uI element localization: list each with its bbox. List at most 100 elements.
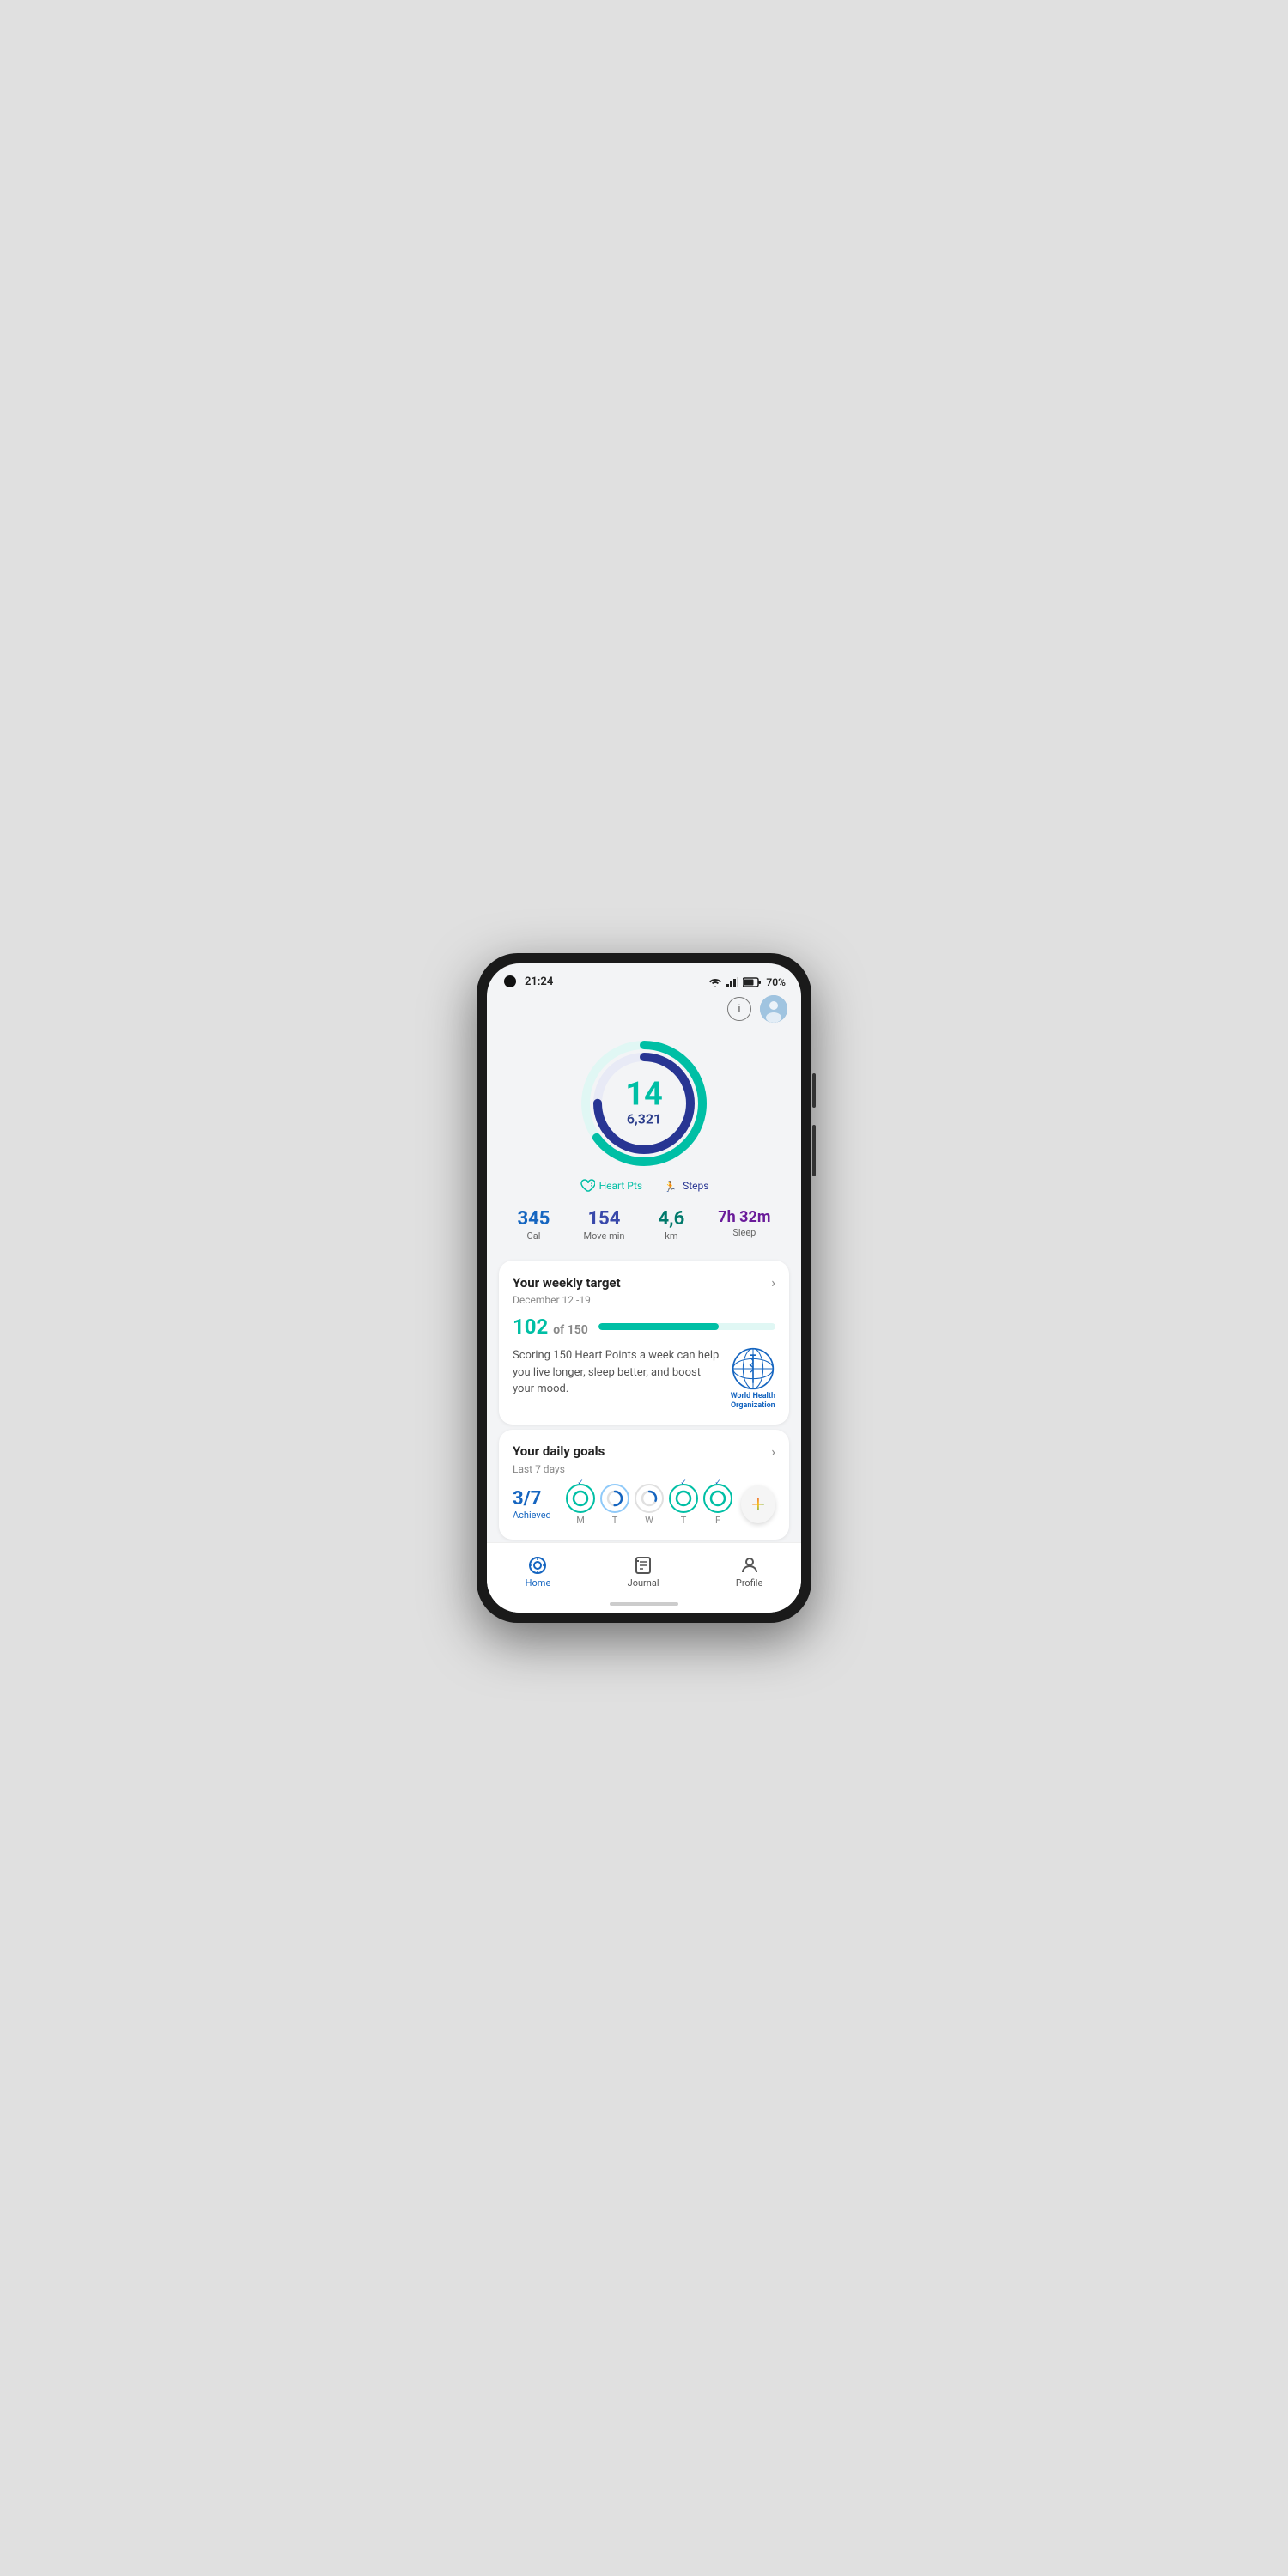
steps-label: Steps <box>683 1180 708 1192</box>
day-label-thursday: T <box>681 1515 687 1526</box>
day-ring-monday <box>571 1489 590 1508</box>
battery-icon <box>743 977 762 987</box>
heart-pts-label: Heart Pts <box>599 1180 642 1192</box>
sleep-value: 7h 32m <box>718 1208 770 1226</box>
cal-label: Cal <box>518 1230 550 1242</box>
daily-goals-subtitle: Last 7 days <box>513 1463 775 1475</box>
daily-goals-card[interactable]: Your daily goals › Last 7 days 3/7 Achie… <box>499 1430 789 1540</box>
main-scroll[interactable]: 14 6,321 Heart Pts 🏃 <box>487 1026 801 1542</box>
cal-value: 345 <box>518 1208 550 1230</box>
day-circle-monday: ✓ <box>566 1484 595 1513</box>
sleep-label: Sleep <box>718 1227 770 1238</box>
profile-icon <box>739 1555 760 1576</box>
who-text: World HealthOrganization <box>731 1392 775 1411</box>
home-icon <box>527 1555 548 1576</box>
weekly-target-card[interactable]: Your weekly target › December 12 -19 102… <box>499 1261 789 1425</box>
activity-ring-section: 14 6,321 Heart Pts 🏃 <box>487 1026 801 1200</box>
day-monday: ✓ M <box>566 1484 595 1526</box>
nav-profile-label: Profile <box>736 1577 762 1589</box>
signal-icon <box>726 977 738 987</box>
daily-goals-header: Your daily goals › <box>513 1443 775 1460</box>
plus-icon: + <box>751 1492 765 1516</box>
nav-home-label: Home <box>526 1577 551 1589</box>
info-icon: i <box>738 1003 740 1016</box>
weekly-target-title: Your weekly target <box>513 1275 621 1291</box>
phone-screen: 21:24 <box>487 963 801 1613</box>
goals-achieved-value: 3/7 <box>513 1488 557 1510</box>
info-button[interactable]: i <box>727 997 751 1021</box>
day-friday: ✓ F <box>703 1484 732 1526</box>
daily-goals-title: Your daily goals <box>513 1443 605 1459</box>
weekly-target-header: Your weekly target › <box>513 1274 775 1291</box>
goals-achieved-section: 3/7 Achieved <box>513 1488 557 1521</box>
phone-frame: 21:24 <box>477 953 811 1623</box>
heart-pts-value: 14 <box>625 1078 663 1111</box>
power-button <box>812 1125 816 1176</box>
stat-move: 154 Move min <box>583 1208 624 1242</box>
km-value: 4,6 <box>659 1208 685 1230</box>
day-check-thursday: ✓ <box>680 1479 687 1487</box>
day-thursday: ✓ T <box>669 1484 698 1526</box>
wifi-icon <box>708 977 722 987</box>
day-circle-thursday: ✓ <box>669 1484 698 1513</box>
journal-icon <box>633 1555 653 1576</box>
steps-legend: 🏃 Steps <box>663 1179 708 1193</box>
bottom-nav: Home Journal Profile <box>487 1542 801 1595</box>
nav-journal-label: Journal <box>628 1577 659 1589</box>
who-logo: World HealthOrganization <box>731 1347 775 1411</box>
activity-ring: 14 6,321 <box>575 1035 713 1172</box>
target-progress-row: 102 of 150 <box>513 1315 775 1339</box>
goals-achieved-label: Achieved <box>513 1510 557 1521</box>
day-label-monday: M <box>576 1515 585 1526</box>
nav-profile[interactable]: Profile <box>719 1552 780 1592</box>
day-label-wednesday: W <box>645 1515 653 1526</box>
move-label: Move min <box>583 1230 624 1242</box>
day-ring-thursday <box>674 1489 693 1508</box>
day-wednesday: W <box>635 1484 664 1526</box>
status-time: 21:24 <box>525 975 553 988</box>
weekly-target-chevron[interactable]: › <box>771 1274 775 1291</box>
stats-row: 345 Cal 154 Move min 4,6 km 7h 32m Sleep <box>487 1200 801 1255</box>
target-body: Scoring 150 Heart Points a week can help… <box>513 1347 775 1411</box>
day-circle-wednesday <box>635 1484 664 1513</box>
home-indicator <box>487 1595 801 1613</box>
ring-numbers: 14 6,321 <box>625 1078 663 1129</box>
status-icons: 70% <box>708 976 786 988</box>
who-emblem-icon <box>732 1347 775 1390</box>
day-circle-friday: ✓ <box>703 1484 732 1513</box>
stat-sleep: 7h 32m Sleep <box>718 1208 770 1242</box>
progress-bar-bg <box>598 1323 775 1330</box>
days-row: ✓ M <box>566 1484 732 1526</box>
nav-home[interactable]: Home <box>508 1552 568 1592</box>
day-check-monday: ✓ <box>577 1479 584 1487</box>
day-tuesday: T <box>600 1484 629 1526</box>
ring-legend: Heart Pts 🏃 Steps <box>580 1179 709 1193</box>
user-avatar[interactable] <box>760 995 787 1023</box>
daily-goals-chevron[interactable]: › <box>771 1443 775 1460</box>
top-icons-row: i <box>487 993 801 1026</box>
day-label-tuesday: T <box>612 1515 618 1526</box>
day-ring-friday <box>708 1489 727 1508</box>
steps-icon: 🏃 <box>663 1179 678 1193</box>
heart-pts-legend: Heart Pts <box>580 1179 642 1193</box>
target-current: 102 of 150 <box>513 1315 588 1339</box>
stat-km: 4,6 km <box>659 1208 685 1242</box>
day-ring-tuesday <box>605 1489 624 1508</box>
heart-pts-icon <box>580 1179 595 1193</box>
nav-journal[interactable]: Journal <box>611 1552 677 1592</box>
weekly-target-dates: December 12 -19 <box>513 1294 775 1306</box>
day-check-friday: ✓ <box>714 1479 721 1487</box>
progress-bar-fill <box>598 1323 719 1330</box>
add-activity-fab[interactable]: + <box>741 1485 775 1523</box>
km-label: km <box>659 1230 685 1242</box>
steps-value: 6,321 <box>625 1111 663 1129</box>
target-description: Scoring 150 Heart Points a week can help… <box>513 1347 722 1398</box>
battery-percent: 70% <box>766 976 786 988</box>
status-bar: 21:24 <box>487 963 801 993</box>
camera-hole <box>504 975 516 987</box>
stat-cal: 345 Cal <box>518 1208 550 1242</box>
move-value: 154 <box>583 1208 624 1230</box>
target-of: of 150 <box>553 1323 588 1337</box>
day-ring-wednesday <box>640 1489 659 1508</box>
volume-button <box>812 1073 816 1108</box>
